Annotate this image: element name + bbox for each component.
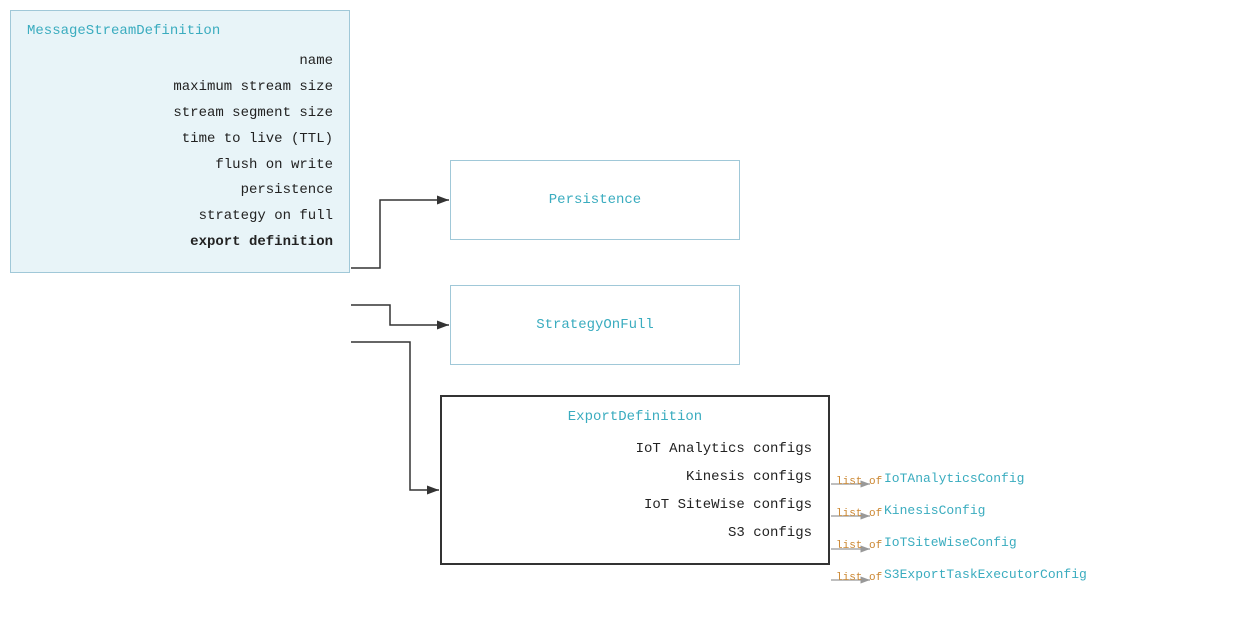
export-field-iot-analytics: IoT Analytics configs [458,435,812,463]
target-4: S3ExportTaskExecutorConfig [884,567,1087,582]
diagram-container: MessageStreamDefinition name maximum str… [0,0,1257,622]
target-1: IoTAnalyticsConfig [884,471,1024,486]
export-field-s3: S3 configs [458,519,812,547]
export-box: ExportDefinition IoT Analytics configs K… [440,395,830,565]
field-ttl: time to live (TTL) [27,127,333,153]
field-max-stream: maximum stream size [27,75,333,101]
list-of-2: list of [836,508,882,520]
export-field-kinesis: Kinesis configs [458,463,812,491]
main-field-list: name maximum stream size stream segment … [27,49,333,256]
target-2: KinesisConfig [884,503,985,518]
persistence-box-title: Persistence [549,192,641,208]
export-field-list: IoT Analytics configs Kinesis configs Io… [458,435,812,547]
field-persistence: persistence [27,178,333,204]
list-of-3: list of [836,540,882,552]
strategy-box: StrategyOnFull [450,285,740,365]
main-box: MessageStreamDefinition name maximum str… [10,10,350,273]
target-3: IoTSiteWiseConfig [884,535,1017,550]
persistence-box: Persistence [450,160,740,240]
list-of-4: list of [836,572,882,584]
field-export: export definition [27,230,333,256]
export-box-title: ExportDefinition [458,409,812,425]
field-flush: flush on write [27,153,333,179]
list-of-1: list of [836,476,882,488]
export-field-sitewise: IoT SiteWise configs [458,491,812,519]
field-strategy: strategy on full [27,204,333,230]
field-name: name [27,49,333,75]
field-segment-size: stream segment size [27,101,333,127]
main-box-title: MessageStreamDefinition [27,23,333,39]
strategy-box-title: StrategyOnFull [536,317,654,333]
